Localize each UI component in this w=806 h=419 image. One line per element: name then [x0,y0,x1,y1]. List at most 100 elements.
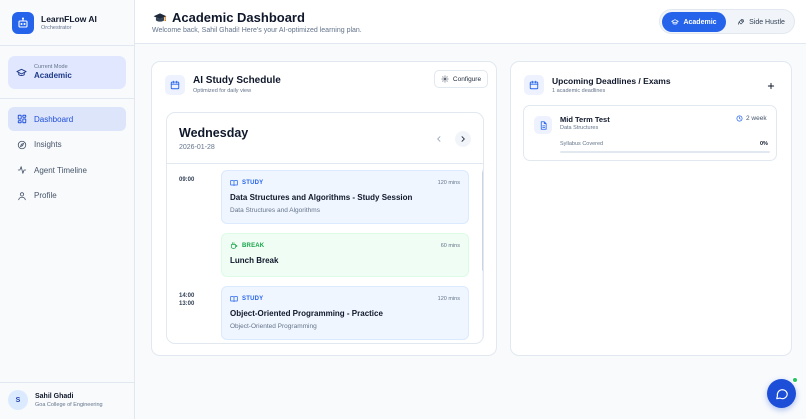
card-title: AI Study Schedule [193,75,281,86]
progress-bar [560,151,770,153]
event-duration: 120 mins [437,295,460,302]
brand-subtitle: Orchestrator [41,25,72,31]
document-icon [534,116,552,134]
deadlines-card: Upcoming Deadlines / Exams 1 academic de… [510,61,792,356]
user-profile[interactable]: S Sahil Ghadi Goa College of Engineering [8,390,103,410]
sidebar-item-label: Insights [34,140,62,149]
previous-day-button[interactable] [431,131,447,147]
slot-time: 14:00 [179,293,195,299]
sidebar-item-label: Dashboard [34,114,74,124]
sidebar-divider [0,45,135,46]
card-header: Upcoming Deadlines / Exams 1 academic de… [524,75,671,95]
next-day-button[interactable] [455,131,471,147]
card-subtitle: Optimized for daily view [193,88,252,94]
calendar-icon [165,75,185,95]
card-title: Upcoming Deadlines / Exams [552,76,671,86]
study-schedule-card: AI Study Schedule Optimized for daily vi… [151,61,497,356]
graduation-cap-icon [153,11,167,25]
day-schedule: Wednesday 2026-01-28 09:00 STUDY 120 min… [166,112,484,344]
gear-icon [441,75,449,83]
rocket-icon [737,18,745,26]
mode-button-label: Side Hustle [749,18,785,26]
deadline-due-label: 2 week [746,115,767,122]
progress-label: Syllabus Covered [560,141,604,147]
add-deadline-button[interactable] [765,80,777,92]
event-type-tag: STUDY [230,179,263,187]
top-header: Academic Dashboard Welcome back, Sahil G… [135,0,806,44]
user-org: Goa College of Engineering [35,401,103,408]
brand: LearnFLow AI Orchestrator [12,12,97,34]
event-type-label: STUDY [242,179,264,186]
event-title: Object-Oriented Programming - Practice [230,309,383,318]
deadline-due: 2 week [736,115,767,122]
sidebar-item-label: Profile [34,191,57,200]
sidebar-item-profile[interactable]: Profile [8,184,126,208]
avatar: S [8,390,28,410]
event-duration: 120 mins [437,179,460,186]
schedule-event[interactable]: STUDY 120 mins Object-Oriented Programmi… [221,286,469,340]
sidebar-nav: Dashboard Insights Agent Timeline Profil… [8,107,126,209]
slot-time: 09:00 [179,177,195,183]
schedule-event[interactable]: STUDY 120 mins Data Structures and Algor… [221,170,469,224]
compass-icon [17,140,27,150]
sidebar-item-insights[interactable]: Insights [8,133,126,157]
deadline-subject: Data Structures [560,125,599,131]
chevron-right-icon [459,135,467,143]
chat-bubble-icon [775,387,789,401]
event-type-tag: BREAK [230,241,265,250]
event-title: Lunch Break [230,256,279,265]
event-type-label: BREAK [242,242,265,249]
day-date: 2026-01-28 [179,144,215,151]
schedule-event[interactable]: BREAK 60 mins Lunch Break [221,233,469,277]
chevron-left-icon [435,135,443,143]
divider [167,163,483,164]
user-name: Sahil Ghadi [35,392,74,400]
graduation-cap-icon [16,67,27,78]
sidebar: LearnFLow AI Orchestrator Current Mode A… [0,0,135,419]
event-subject: Object-Oriented Programming [230,323,317,330]
graduation-cap-icon [671,18,680,26]
plus-icon [767,82,775,90]
robot-icon [12,12,34,34]
chat-button[interactable] [767,379,796,408]
title-row: Academic Dashboard [153,10,305,25]
deadline-title: Mid Term Test [560,115,610,124]
card-subtitle: 1 academic deadlines [552,88,606,94]
event-duration: 60 mins [440,242,460,249]
coffee-cup-icon [230,241,238,250]
calendar-icon [524,75,544,95]
current-mode-label: Current Mode [34,64,68,70]
side-hustle-mode-button[interactable]: Side Hustle [730,12,792,32]
brand-name: LearnFLow AI [41,14,97,24]
event-subject: Data Structures and Algorithms [230,207,320,214]
online-status-dot [792,377,798,383]
academic-mode-button[interactable]: Academic [662,12,726,32]
sidebar-divider [0,382,135,383]
mode-button-label: Academic [683,18,717,26]
sidebar-divider [0,98,135,99]
sidebar-item-dashboard[interactable]: Dashboard [8,107,126,131]
scrollbar-thumb[interactable] [482,171,483,271]
user-icon [17,191,27,201]
current-mode-card: Current Mode Academic [8,56,126,89]
configure-label: Configure [452,75,482,83]
event-type-label: STUDY [242,295,264,302]
mode-switch: Academic Side Hustle [659,9,795,34]
card-header: AI Study Schedule Optimized for daily vi… [165,75,281,95]
slot-time: 13:00 [179,301,195,307]
clock-icon [736,115,743,122]
activity-icon [17,165,27,175]
event-type-tag: STUDY [230,295,263,303]
progress-value: 0% [760,141,768,147]
sidebar-item-label: Agent Timeline [34,165,87,175]
page-title: Academic Dashboard [172,10,305,25]
sidebar-item-agent-timeline[interactable]: Agent Timeline [8,158,126,182]
book-icon [230,179,238,187]
welcome-message: Welcome back, Sahil Ghadi! Here's your A… [152,27,362,34]
current-mode-value: Academic [34,71,72,80]
day-name: Wednesday [179,126,249,140]
configure-button[interactable]: Configure [434,70,488,88]
event-title: Data Structures and Algorithms - Study S… [230,193,413,202]
dashboard-grid-icon [17,114,27,124]
deadline-item[interactable]: Mid Term Test Data Structures 2 week Syl… [523,105,777,161]
